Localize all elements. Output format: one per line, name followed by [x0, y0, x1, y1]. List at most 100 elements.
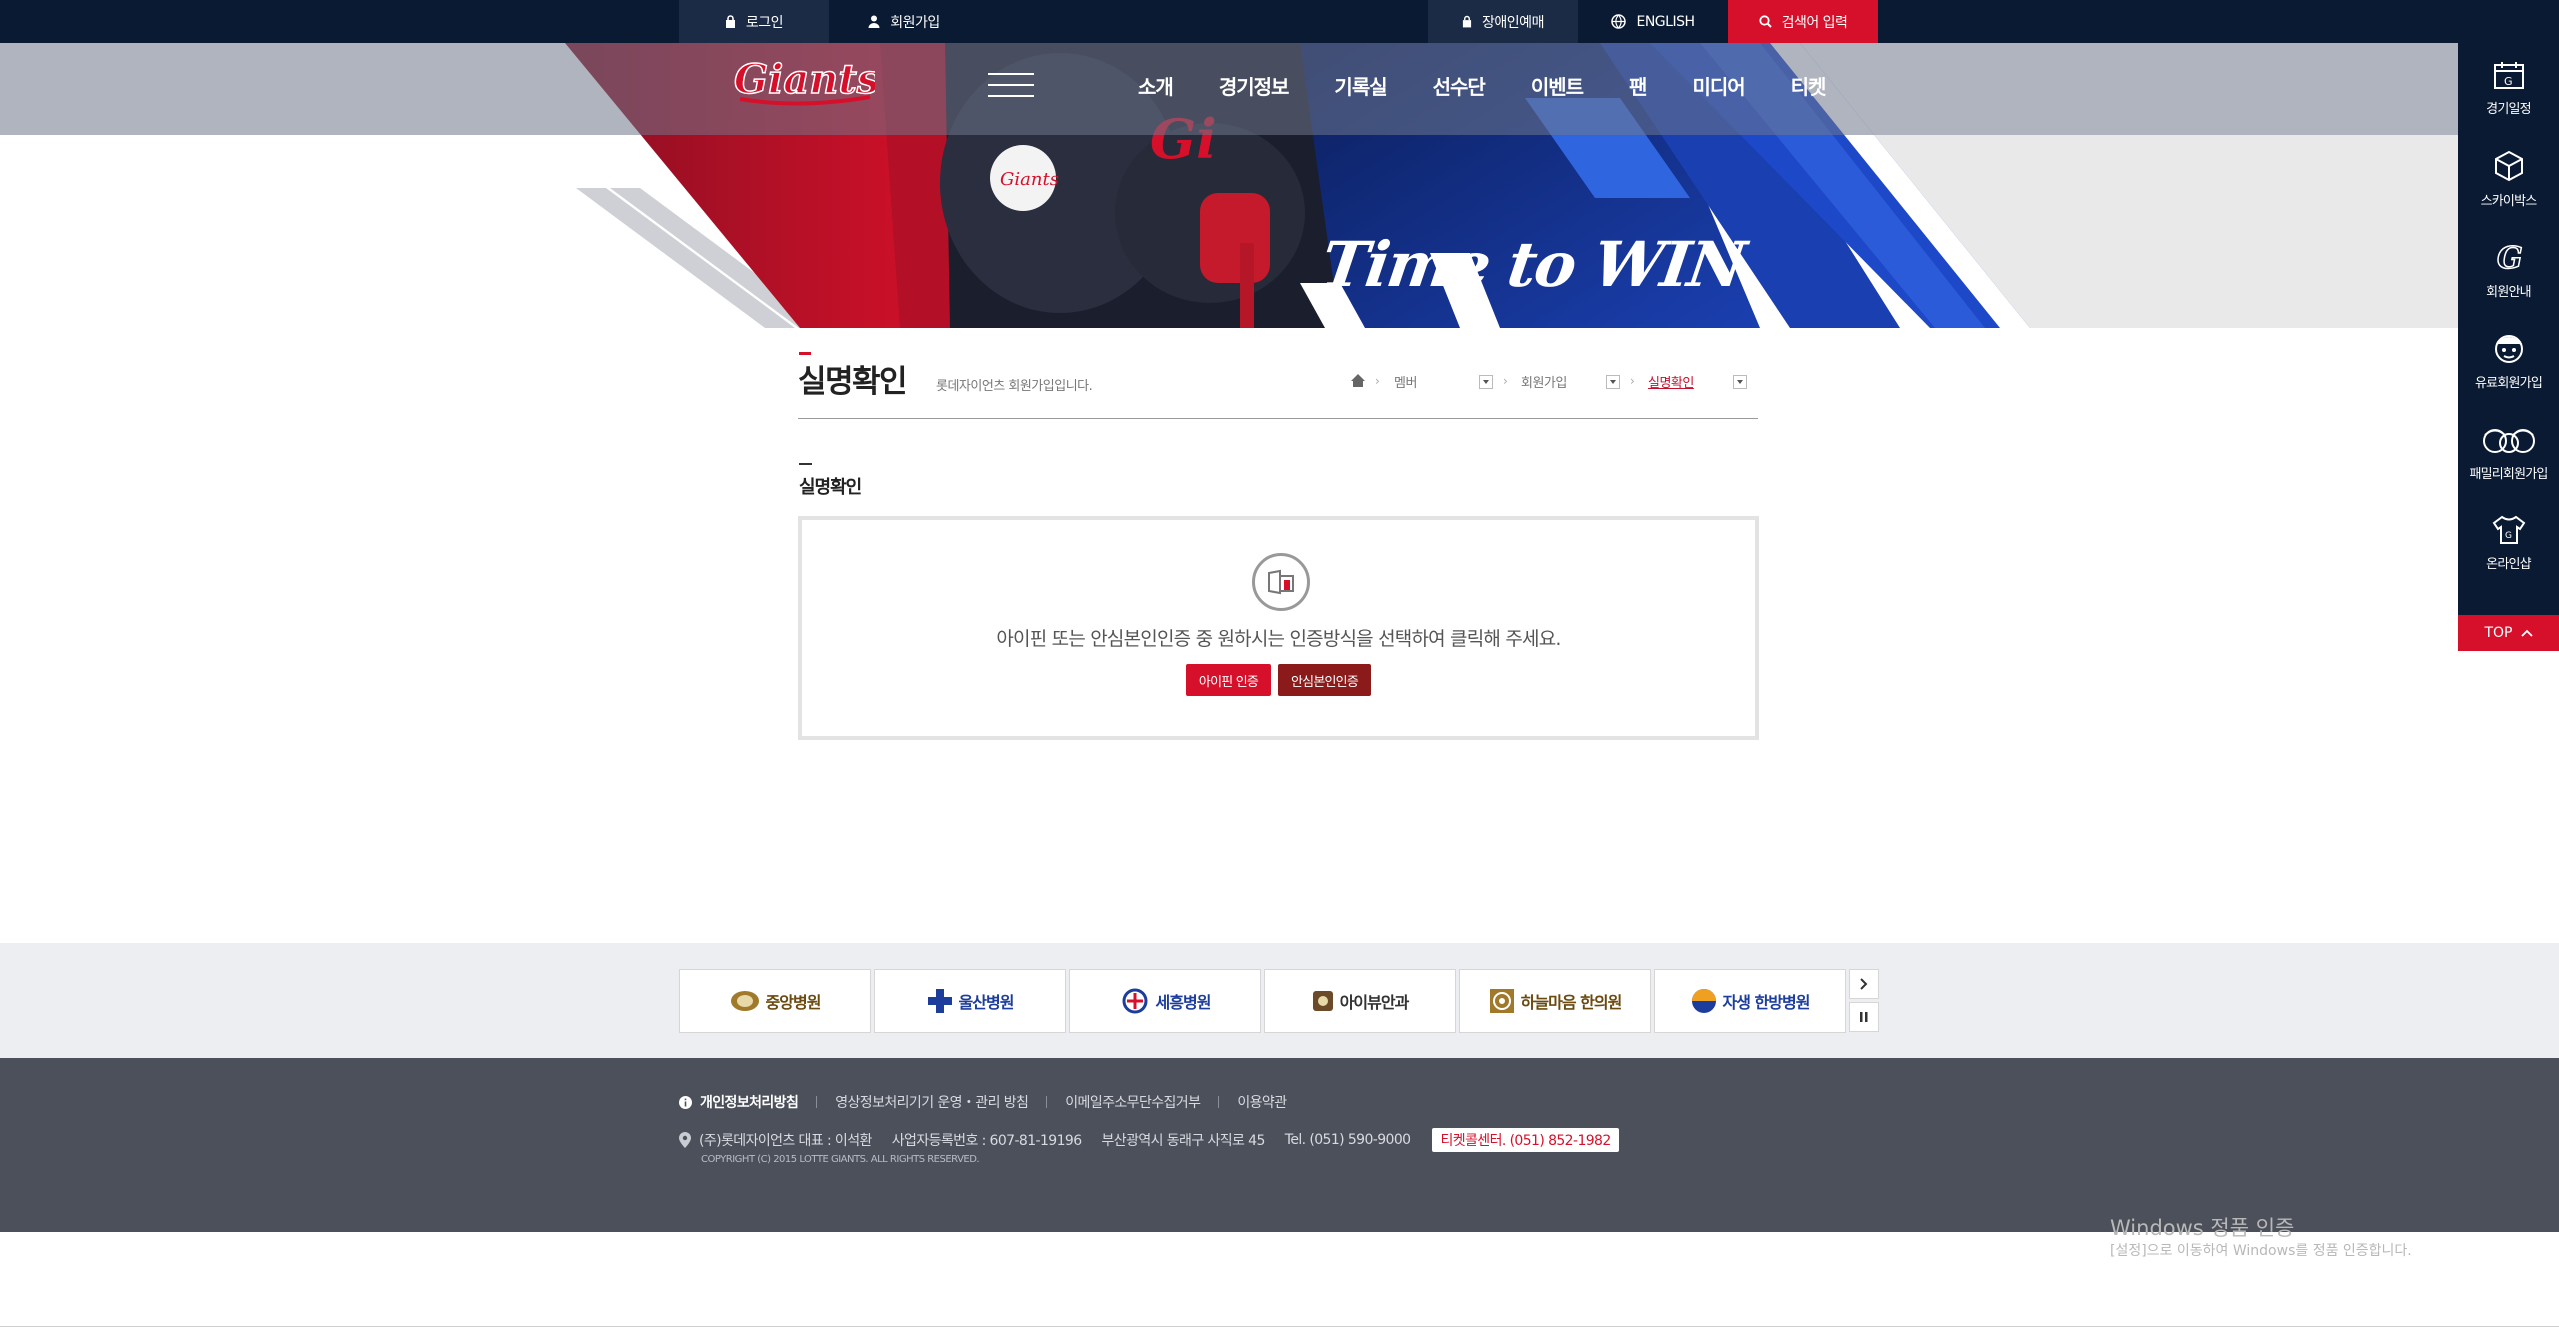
watermark-text: [설정]으로 이동하여 Windows를 정품 인증합니다.: [2110, 1243, 2412, 1260]
svg-text:G: G: [2504, 75, 2512, 88]
page-title: 실명확인: [798, 364, 908, 400]
search-label: 검색어 입력: [1781, 14, 1848, 31]
nav-media[interactable]: 미디어: [1669, 71, 1767, 100]
jersey-icon: G: [2492, 515, 2525, 544]
accessibility-booking-link[interactable]: 장애인예매: [1428, 0, 1578, 43]
safe-auth-button[interactable]: 안심본인인증: [1278, 664, 1371, 696]
partner-logo-icon: [1489, 989, 1514, 1013]
svg-text:Giants: Giants: [1000, 169, 1059, 190]
partner-haneulmaeum-clinic[interactable]: 하늘마음 한의원: [1459, 969, 1651, 1033]
quick-game-schedule[interactable]: G 경기일정: [2458, 43, 2559, 134]
partner-banner-strip: 중앙병원 울산병원 세흥병원 아이뷰안과 하늘마음 한의원 자생 한방병원: [0, 943, 2559, 1058]
partner-logo-icon: [1122, 988, 1148, 1014]
pause-icon: [1860, 1012, 1868, 1022]
privacy-policy-link[interactable]: 개인정보처리방침: [700, 1092, 799, 1112]
breadcrumb-dropdown-current[interactable]: [1733, 375, 1747, 389]
ticket-center-badge: 티켓콜센터. (051) 852-1982: [1432, 1128, 1619, 1152]
quick-member-info[interactable]: G 회원안내: [2458, 225, 2559, 316]
breadcrumb-dropdown-join[interactable]: [1606, 375, 1620, 389]
chevron-right-icon: [1860, 978, 1868, 990]
breadcrumb-current[interactable]: 실명확인: [1648, 372, 1694, 391]
lock-icon: [725, 15, 735, 28]
partner-name: 하늘마음 한의원: [1520, 993, 1623, 1012]
breadcrumb-join[interactable]: 회원가입: [1521, 372, 1567, 391]
svg-text:G: G: [2505, 531, 2512, 541]
join-label: 회원가입: [890, 14, 940, 31]
business-number: 사업자등록번호 : 607-81-19196: [891, 1133, 1082, 1149]
family-icon: [2482, 429, 2535, 453]
quick-paid-member[interactable]: 유료회원가입: [2458, 316, 2559, 407]
breadcrumb-chevron-icon: ›: [1630, 374, 1635, 388]
watermark-title: Windows 정품 인증: [2110, 1216, 2295, 1240]
nav-intro[interactable]: 소개: [1115, 71, 1196, 100]
giants-logo[interactable]: Giants: [730, 53, 880, 119]
english-link[interactable]: ENGLISH: [1578, 0, 1728, 43]
cross-icon: [927, 989, 952, 1013]
quick-skybox[interactable]: 스카이박스: [2458, 134, 2559, 225]
section-title: 실명확인: [799, 477, 862, 498]
hero-slogan: Time to WIN: [1316, 228, 1749, 301]
windows-activation-watermark: Windows 정품 인증 [설정]으로 이동하여 Windows를 정품 인증…: [2110, 1215, 2412, 1260]
globe-icon: [1611, 14, 1627, 29]
box-icon: [2494, 150, 2523, 182]
cctv-policy-link[interactable]: 영상정보처리기기 운영・관리 방침: [835, 1092, 1029, 1112]
quick-menu: G 경기일정 스카이박스 G 회원안내 유료회원가입 패밀리회원가입 G 온라인…: [2458, 43, 2559, 615]
partner-sehung-hospital[interactable]: 세흥병원: [1069, 969, 1261, 1033]
svg-text:G: G: [2497, 241, 2522, 273]
email-refusal-link[interactable]: 이메일주소무단수집거부: [1065, 1092, 1201, 1112]
partner-name: 자생 한방병원: [1722, 993, 1811, 1012]
partner-jaseng-hospital[interactable]: 자생 한방병원: [1654, 969, 1846, 1033]
nav-game-info[interactable]: 경기정보: [1196, 71, 1312, 100]
terms-link[interactable]: 이용약관: [1237, 1092, 1287, 1112]
nav-events[interactable]: 이벤트: [1508, 71, 1606, 100]
copyright: COPYRIGHT (C) 2015 LOTTE GIANTS. ALL RIG…: [701, 1154, 980, 1165]
partner-pause-button[interactable]: [1849, 1002, 1879, 1032]
nav-ticket[interactable]: 티켓: [1768, 71, 1849, 100]
all-menu-button[interactable]: [988, 73, 1034, 105]
home-icon[interactable]: [1350, 373, 1366, 388]
quick-label: 패밀리회원가입: [2469, 467, 2548, 482]
scroll-top-button[interactable]: TOP: [2458, 615, 2559, 651]
nav-fan[interactable]: 팬: [1606, 71, 1669, 100]
partner-logo-icon: [730, 991, 759, 1011]
login-link[interactable]: 로그인: [679, 0, 829, 43]
quick-online-shop[interactable]: G 온라인샵: [2458, 498, 2559, 589]
info-icon: [679, 1095, 692, 1109]
breadcrumb-member[interactable]: 멤버: [1394, 372, 1417, 391]
location-pin-icon: [679, 1132, 691, 1148]
search-button[interactable]: 검색어 입력: [1728, 0, 1878, 43]
top-label: TOP: [2484, 625, 2513, 641]
partner-logo-icon: [1312, 991, 1333, 1011]
caret-down-icon: [1483, 380, 1489, 384]
svg-text:Giants: Giants: [734, 56, 875, 103]
hero-banner: Gi Giants Giants 소개 경기정보 기록실 선수단 이벤트 팬 미…: [0, 43, 2559, 328]
company-address: 부산광역시 동래구 사직로 45: [1101, 1133, 1266, 1149]
partner-eyeview-clinic[interactable]: 아이뷰안과: [1264, 969, 1456, 1033]
partner-jungang-hospital[interactable]: 중앙병원: [679, 969, 871, 1033]
site-footer: 개인정보처리방침 영상정보처리기기 운영・관리 방침 이메일주소무단수집거부 이…: [0, 1058, 2559, 1232]
partner-name: 세흥병원: [1155, 993, 1212, 1012]
footer-links: 개인정보처리방침 영상정보처리기기 운영・관리 방침 이메일주소무단수집거부 이…: [679, 1092, 1287, 1112]
quick-label: 스카이박스: [2480, 194, 2538, 209]
ipin-auth-button[interactable]: 아이핀 인증: [1186, 664, 1271, 696]
partner-next-button[interactable]: [1849, 969, 1879, 999]
partner-name: 중앙병원: [765, 993, 822, 1012]
giants-g-icon: G: [2496, 241, 2523, 273]
user-icon: [868, 15, 880, 28]
breadcrumb-chevron-icon: ›: [1375, 374, 1380, 388]
join-link[interactable]: 회원가입: [829, 0, 979, 43]
page-bottom-border: [0, 1326, 2559, 1327]
caret-down-icon: [1610, 380, 1616, 384]
calendar-icon: G: [2493, 62, 2524, 89]
verification-buttons: 아이핀 인증 안심본인인증: [802, 664, 1755, 696]
quick-label: 온라인샵: [2486, 557, 2531, 572]
title-divider: [798, 418, 1758, 419]
company-tel: Tel. (051) 590-9000: [1284, 1132, 1411, 1148]
breadcrumb-dropdown-member[interactable]: [1479, 375, 1493, 389]
page-subtitle: 롯데자이언츠 회원가입입니다.: [936, 379, 1093, 394]
partner-ulsan-hospital[interactable]: 울산병원: [874, 969, 1066, 1033]
nav-records[interactable]: 기록실: [1311, 71, 1409, 100]
quick-family-member[interactable]: 패밀리회원가입: [2458, 407, 2559, 498]
title-accent: [799, 352, 811, 355]
nav-players[interactable]: 선수단: [1410, 71, 1508, 100]
